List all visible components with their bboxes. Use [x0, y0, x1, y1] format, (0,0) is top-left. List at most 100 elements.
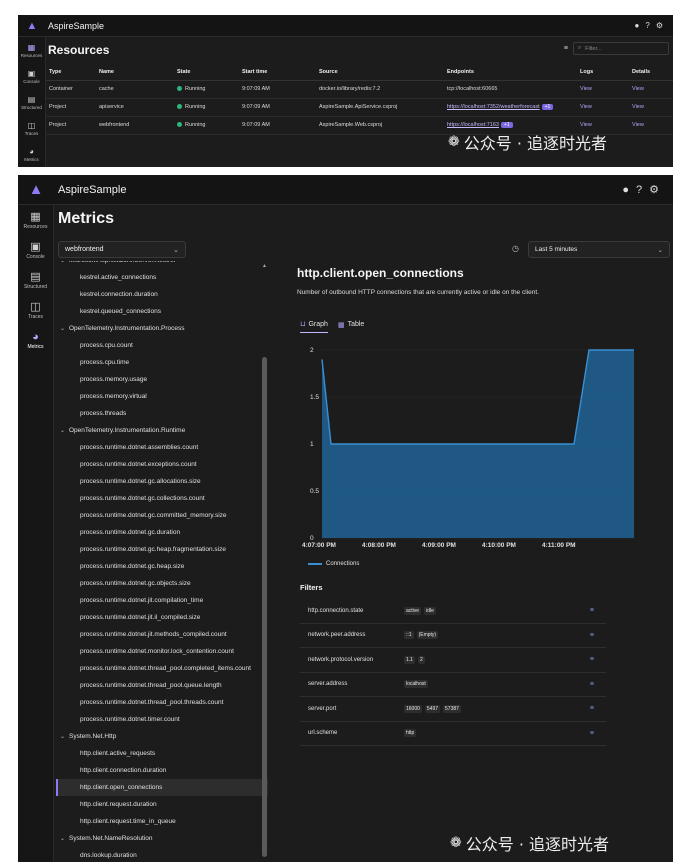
scroll-up-icon[interactable]: ▲ [262, 263, 267, 269]
tree-group-item[interactable]: ⌄Microsoft.AspNetCore.Server.Kestrel [56, 261, 268, 269]
tree-leaf-item[interactable]: kestrel.active_connections [56, 269, 268, 286]
rail-item-console[interactable]: ▣ Console [18, 63, 45, 89]
tree-leaf-item[interactable]: kestrel.connection.duration [56, 286, 268, 303]
tree-leaf-item[interactable]: process.threads [56, 405, 268, 422]
tree-scrollbar[interactable]: ▲ [262, 263, 267, 861]
tree-group-item[interactable]: ⌄ OpenTelemetry.Instrumentation.Runtime [56, 422, 268, 439]
tree-leaf-item[interactable]: process.runtime.dotnet.exceptions.count [56, 456, 268, 473]
rail-item-metrics[interactable]: ◕ Metrics [18, 141, 45, 167]
tree-group-item[interactable]: ⌄ OpenTelemetry.Instrumentation.Process [56, 320, 268, 337]
tree-leaf-item[interactable]: http.client.open_connections [56, 779, 268, 796]
rail-item-metrics[interactable]: ◕ Metrics [18, 325, 53, 355]
tree-leaf-item[interactable]: process.runtime.dotnet.gc.collections.co… [56, 490, 268, 507]
rail-item-console[interactable]: ▣ Console [18, 235, 53, 265]
chevron-down-icon[interactable]: ⌄ [60, 261, 69, 264]
help-icon[interactable]: ? [645, 21, 649, 30]
tree-leaf-item[interactable]: kestrel.queued_connections [56, 303, 268, 320]
column-header[interactable]: Type [46, 65, 96, 81]
tree-leaf-item[interactable]: process.runtime.dotnet.jit.methods_compi… [56, 626, 268, 643]
filter-icon[interactable]: ≡ [590, 632, 594, 639]
tree-leaf-item[interactable]: process.memory.usage [56, 371, 268, 388]
more-endpoints-badge[interactable]: +1 [541, 104, 554, 110]
tree-leaf-item[interactable]: process.runtime.dotnet.gc.duration [56, 524, 268, 541]
filter-icon[interactable]: ≡ [590, 607, 594, 614]
view-details-link[interactable]: View [632, 86, 644, 92]
tree-leaf-item[interactable]: process.runtime.dotnet.gc.heap.fragmenta… [56, 541, 268, 558]
tree-leaf-item[interactable]: process.runtime.dotnet.thread_pool.threa… [56, 694, 268, 711]
view-tabs: ⊔ Graph ▦ Table [300, 320, 364, 333]
tree-leaf-item[interactable]: http.client.active_requests [56, 745, 268, 762]
rail-item-traces[interactable]: ◫ Traces [18, 115, 45, 141]
tree-leaf-item[interactable]: process.runtime.dotnet.gc.objects.size [56, 575, 268, 592]
tree-leaf-item[interactable]: process.memory.virtual [56, 388, 268, 405]
filter-icon[interactable]: ≡ [590, 730, 594, 737]
filter-icon[interactable]: ≡ [564, 45, 568, 52]
github-icon[interactable]: ● [635, 21, 640, 30]
tab-table[interactable]: ▦ Table [338, 320, 364, 333]
column-header[interactable]: Name [96, 65, 174, 81]
column-header[interactable]: Logs [577, 65, 629, 81]
tree-leaf-item[interactable]: dns.lookup.duration [56, 847, 268, 862]
endpoint-link[interactable]: https://localhost:7163 [447, 122, 499, 128]
view-logs-link[interactable]: View [580, 122, 592, 128]
tree-leaf-item[interactable]: process.runtime.dotnet.monitor.lock_cont… [56, 643, 268, 660]
x-tick-label: 4:11:00 PM [542, 542, 576, 549]
chevron-down-icon[interactable]: ⌄ [60, 427, 69, 434]
tree-leaf-item[interactable]: process.runtime.dotnet.assemblies.count [56, 439, 268, 456]
filter-icon[interactable]: ≡ [590, 681, 594, 688]
watermark-text: 公众号 · 追逐时光者 [463, 134, 607, 153]
endpoint-link[interactable]: https://localhost:7352/weatherforecast [447, 104, 540, 110]
column-header[interactable]: Details [629, 65, 673, 81]
settings-gear-icon[interactable]: ⚙ [656, 21, 663, 30]
chevron-down-icon[interactable]: ⌄ [60, 325, 69, 332]
filter-icon[interactable]: ≡ [590, 705, 594, 712]
tree-leaf-item[interactable]: process.runtime.dotnet.thread_pool.compl… [56, 660, 268, 677]
column-header[interactable]: Source [316, 65, 444, 81]
legend-label: Connections [326, 561, 360, 567]
rail-item-resources[interactable]: ▦ Resources [18, 205, 53, 235]
tree-leaf-item[interactable]: process.runtime.dotnet.thread_pool.queue… [56, 677, 268, 694]
chevron-down-icon[interactable]: ⌄ [60, 733, 69, 740]
github-icon[interactable]: ● [622, 183, 629, 196]
filter-value-chip: 57387 [443, 704, 461, 713]
type-cell: Project [46, 98, 96, 117]
scrollbar-thumb[interactable] [262, 357, 267, 857]
column-header[interactable]: Endpoints [444, 65, 577, 81]
rail-item-structured[interactable]: ▤ Structured [18, 89, 45, 115]
tree-leaf-item[interactable]: http.client.connection.duration [56, 762, 268, 779]
tree-item-label: process.runtime.dotnet.timer.count [80, 716, 180, 723]
rail-item-structured[interactable]: ▤ Structured [18, 265, 53, 295]
tree-leaf-item[interactable]: process.runtime.dotnet.jit.compilation_t… [56, 592, 268, 609]
column-header[interactable]: State [174, 65, 239, 81]
tab-graph[interactable]: ⊔ Graph [300, 320, 328, 333]
chevron-down-icon[interactable]: ⌄ [60, 835, 69, 842]
x-tick-label: 4:07:00 PM [302, 542, 336, 549]
grid-icon: ▦ [27, 42, 36, 52]
tree-leaf-item[interactable]: process.cpu.time [56, 354, 268, 371]
time-range-select[interactable]: Last 5 minutes ⌄ [528, 241, 670, 258]
filter-icon[interactable]: ≡ [590, 656, 594, 663]
tree-leaf-item[interactable]: http.client.request.time_in_queue [56, 813, 268, 830]
view-logs-link[interactable]: View [580, 86, 592, 92]
view-details-link[interactable]: View [632, 104, 644, 110]
help-icon[interactable]: ? [636, 183, 642, 196]
resource-select[interactable]: webfrontend ⌄ [58, 241, 186, 258]
tree-leaf-item[interactable]: process.runtime.dotnet.jit.il_compiled.s… [56, 609, 268, 626]
view-details-link[interactable]: View [632, 122, 644, 128]
tree-leaf-item[interactable]: process.runtime.dotnet.gc.committed_memo… [56, 507, 268, 524]
tree-group-item[interactable]: ⌄ System.Net.NameResolution [56, 830, 268, 847]
settings-gear-icon[interactable]: ⚙ [649, 183, 659, 196]
tree-leaf-item[interactable]: process.cpu.count [56, 337, 268, 354]
column-header[interactable]: Start time [239, 65, 316, 81]
tree-leaf-item[interactable]: process.runtime.dotnet.gc.heap.size [56, 558, 268, 575]
rail-item-resources[interactable]: ▦ Resources [18, 37, 45, 63]
tree-leaf-item[interactable]: process.runtime.dotnet.gc.allocations.si… [56, 473, 268, 490]
view-logs-link[interactable]: View [580, 104, 592, 110]
more-endpoints-badge[interactable]: +1 [500, 122, 513, 128]
tree-leaf-item[interactable]: http.client.request.duration [56, 796, 268, 813]
rail-item-traces[interactable]: ◫ Traces [18, 295, 53, 325]
filter-input[interactable]: ⌕ Filter... [573, 42, 669, 55]
endpoint-link[interactable]: tcp://localhost:60665 [447, 86, 497, 92]
tree-leaf-item[interactable]: process.runtime.dotnet.timer.count [56, 711, 268, 728]
tree-group-item[interactable]: ⌄ System.Net.Http [56, 728, 268, 745]
